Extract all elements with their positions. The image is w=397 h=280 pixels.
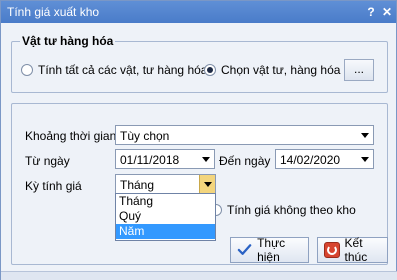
close-icon[interactable]: ✕: [379, 4, 395, 20]
execute-button-label: Thực hiện: [257, 236, 286, 264]
radio-select-materials-dot: [204, 64, 216, 76]
from-date-label: Từ ngày: [25, 154, 70, 168]
check-icon: [237, 244, 252, 255]
cycle-label: Kỳ tính giá: [25, 179, 82, 193]
chevron-down-icon[interactable]: [199, 175, 215, 193]
to-date-label: Đến ngày: [219, 154, 271, 168]
range-select[interactable]: Tùy chọn: [115, 125, 374, 145]
materials-group-legend: Vật tư hàng hóa: [20, 34, 116, 48]
radio-all-materials[interactable]: Tính tất cả các vật, tư hàng hóa: [21, 63, 207, 77]
radio-select-materials-label: Chọn vật tư, hàng hóa: [221, 63, 341, 77]
to-date-value: 14/02/2020: [280, 153, 341, 167]
no-warehouse-price-option[interactable]: Tính giá không theo kho: [210, 203, 356, 217]
from-date-field[interactable]: 01/11/2018: [115, 149, 215, 169]
help-icon[interactable]: ?: [363, 4, 379, 20]
chevron-down-icon[interactable]: [357, 126, 373, 144]
radio-all-materials-label: Tính tất cả các vật, tư hàng hóa: [38, 63, 208, 77]
range-label: Khoảng thời gian: [25, 129, 117, 143]
from-date-value: 01/11/2018: [120, 153, 180, 167]
cycle-option[interactable]: Tháng: [116, 194, 215, 209]
execute-button[interactable]: Thực hiện: [230, 236, 309, 264]
radio-all-materials-dot: [21, 64, 33, 76]
range-value: Tùy chọn: [120, 129, 170, 143]
dialog-window: Tính giá xuất kho ? ✕ Vật tư hàng hóa Tí…: [0, 0, 397, 280]
chevron-down-icon[interactable]: [198, 150, 214, 168]
cycle-option-highlighted[interactable]: Năm: [116, 224, 215, 239]
exit-button-label: Kết thúc: [344, 236, 368, 264]
browse-materials-button[interactable]: ...: [344, 59, 374, 81]
exit-button[interactable]: Kết thúc: [317, 236, 388, 264]
cycle-dropdown-list: Tháng Quý Năm: [115, 193, 216, 241]
chevron-down-icon[interactable]: [357, 150, 373, 168]
window-title: Tính giá xuất kho: [7, 5, 100, 19]
title-bar: Tính giá xuất kho ? ✕: [1, 1, 396, 23]
cycle-select[interactable]: Tháng: [115, 174, 216, 194]
radio-select-materials[interactable]: Chọn vật tư, hàng hóa: [204, 63, 340, 77]
cycle-value: Tháng: [120, 178, 155, 192]
to-date-field[interactable]: 14/02/2020: [275, 149, 374, 169]
no-warehouse-price-label: Tính giá không theo kho: [227, 203, 356, 217]
cycle-option[interactable]: Quý: [116, 209, 215, 224]
power-icon: [324, 242, 340, 258]
bottom-strip: [1, 271, 397, 280]
